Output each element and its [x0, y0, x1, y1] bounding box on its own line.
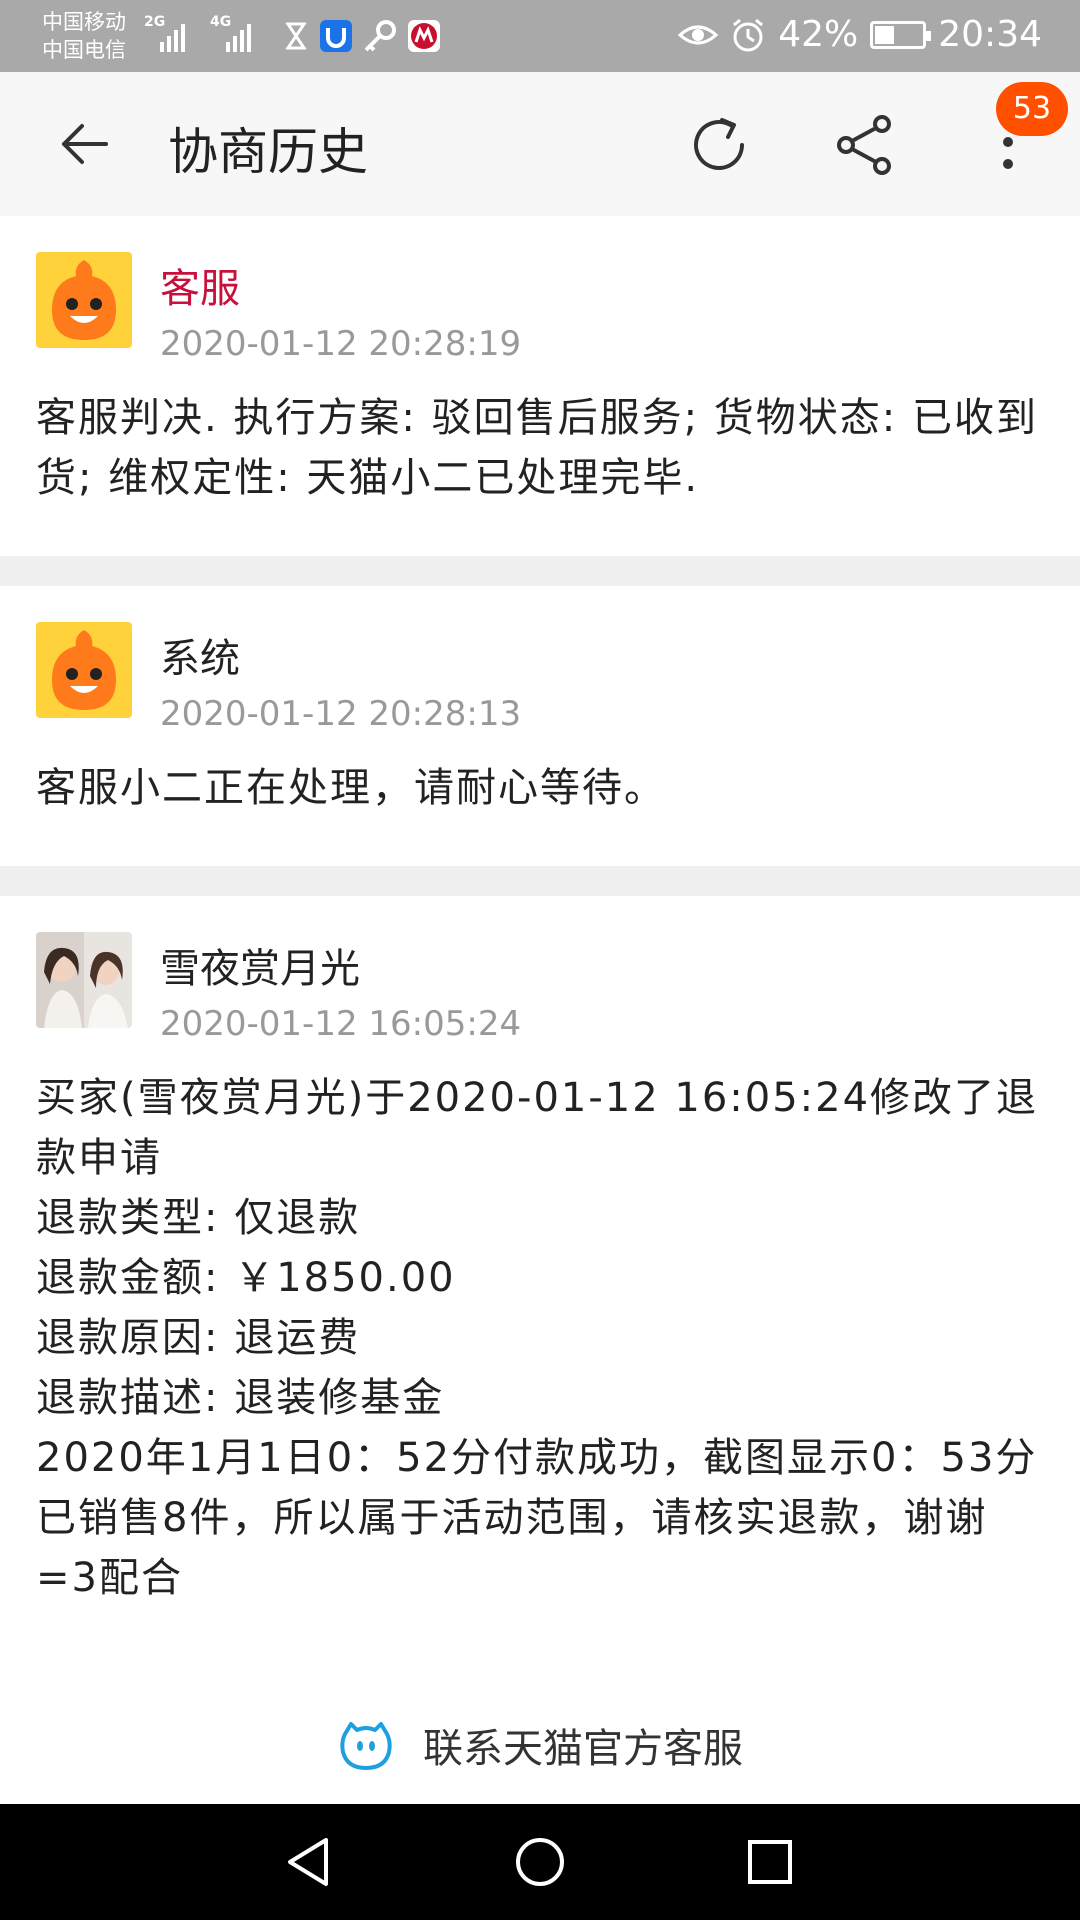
nav-home-icon[interactable]: [510, 1832, 570, 1892]
author-name: 雪夜赏月光: [160, 946, 360, 992]
message-content: 客服判决. 执行方案: 驳回售后服务; 货物状态: 已收到货; 维权定性: 天猫…: [36, 395, 1039, 501]
contact-service-label: 联系天猫官方客服: [423, 1726, 743, 1772]
timestamp: 2020-01-12 20:28:19: [160, 324, 522, 364]
status-bar: 中国移动 中国电信 2G 4G 42% 20:34: [0, 0, 1080, 72]
battery-percent: 42%: [778, 14, 859, 55]
message-content: 客服小二正在处理，请耐心等待。: [36, 765, 666, 811]
history-item: 系统 2020-01-12 20:28:13 客服小二正在处理，请耐心等待。: [0, 586, 1080, 866]
nav-back-icon[interactable]: [280, 1832, 340, 1892]
notification-badge: 53: [996, 82, 1068, 136]
signal-bars-2-icon: [226, 18, 251, 52]
author-name: 客服: [160, 266, 240, 312]
eye-comfort-icon: [678, 25, 719, 44]
carrier-2: 中国电信: [42, 38, 126, 62]
app-notification-icon: [320, 20, 352, 52]
refresh-icon[interactable]: [686, 112, 752, 178]
battery-fill: [875, 25, 895, 44]
status-right: 42% 20:34: [678, 14, 1042, 55]
key-icon: [364, 20, 396, 52]
tmall-mascot-icon: [36, 622, 132, 718]
bank-app-icon: [408, 20, 440, 52]
divider: [0, 556, 1080, 586]
alarm-icon: [733, 18, 764, 51]
system-nav-bar: [0, 1804, 1080, 1920]
carrier-1: 中国移动: [42, 10, 126, 34]
carrier-names: 中国移动 中国电信: [42, 8, 126, 64]
battery-icon: [870, 20, 932, 49]
back-arrow-icon[interactable]: [56, 116, 112, 172]
hourglass-icon: [285, 22, 307, 50]
timestamp: 2020-01-12 20:28:13: [160, 694, 522, 734]
history-item: 雪夜赏月光 2020-01-12 16:05:24 买家(雪夜赏月光)于2020…: [0, 896, 1080, 1686]
nav-recents-icon[interactable]: [740, 1832, 800, 1892]
contact-service-button[interactable]: 联系天猫官方客服: [0, 1686, 1080, 1804]
user-photo-icon: [36, 932, 132, 1028]
avatar-tmall-mascot: [36, 622, 132, 718]
history-item: 客服 2020-01-12 20:28:19 客服判决. 执行方案: 驳回售后服…: [0, 216, 1080, 556]
author-name: 系统: [160, 636, 240, 682]
app-bar: 协商历史 53: [0, 72, 1080, 216]
signal-bars-1-icon: [160, 18, 185, 52]
divider: [0, 866, 1080, 896]
timestamp: 2020-01-12 16:05:24: [160, 1004, 522, 1044]
message-content: 买家(雪夜赏月光)于2020-01-12 16:05:24修改了退款申请 退款类…: [36, 1075, 1039, 1601]
page-title: 协商历史: [168, 123, 368, 181]
avatar-user-photo: [36, 932, 132, 1028]
avatar-tmall-mascot: [36, 252, 132, 348]
tmall-mascot-icon: [36, 252, 132, 348]
tmall-service-icon: [340, 1722, 392, 1770]
share-icon[interactable]: [832, 112, 898, 178]
clock: 20:34: [938, 14, 1042, 55]
